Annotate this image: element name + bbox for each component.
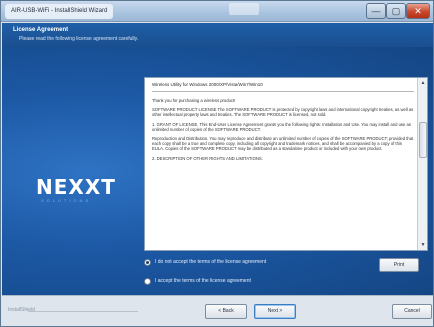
radio-decline-indicator[interactable]	[144, 259, 151, 266]
license-paragraph: Reproduction and Distribution. You may r…	[152, 136, 414, 152]
logo-tagline: SOLUTIONS	[41, 198, 92, 203]
title-bar-highlight	[229, 3, 259, 15]
radio-accept-indicator[interactable]	[144, 278, 151, 285]
window-title: AIR-USB-WiFi - InstallShield Wizard	[5, 4, 114, 19]
license-paragraph: SOFTWARE PRODUCT LICENSE The SOFTWARE PR…	[152, 107, 414, 118]
wizard-footer: InstallShield < Back Next > Cancel	[2, 295, 433, 326]
installer-window: AIR-USB-WiFi - InstallShield Wizard — ▢ …	[0, 0, 434, 327]
license-content: Wireless Utility for Windows 2000/XP/Vis…	[152, 82, 414, 248]
radio-decline[interactable]: I do not accept the terms of the license…	[144, 258, 364, 268]
license-paragraph: 2. DESCRIPTION OF OTHER RIGHTS AND LIMIT…	[152, 155, 263, 161]
footer-divider	[28, 311, 138, 312]
footer-brand: InstallShield	[8, 307, 35, 313]
license-heading: Wireless Utility for Windows 2000/XP/Vis…	[152, 82, 263, 87]
nexxt-logo: NEXXT	[36, 175, 116, 199]
license-divider	[152, 91, 414, 92]
scroll-thumb[interactable]	[419, 122, 427, 158]
page-subtitle: Please read the following license agreem…	[19, 36, 139, 42]
back-button[interactable]: < Back	[205, 304, 247, 319]
close-button[interactable]: ✕	[406, 3, 430, 19]
print-button[interactable]: Print	[379, 258, 419, 272]
scroll-down-icon[interactable]: ▼	[419, 241, 427, 249]
license-paragraph: Thank you for purchasing a wireless prod…	[152, 98, 236, 103]
title-bar[interactable]: AIR-USB-WiFi - InstallShield Wizard — ▢ …	[1, 1, 433, 22]
radio-accept[interactable]: I accept the terms of the license agreem…	[144, 277, 364, 287]
minimize-button[interactable]: —	[366, 3, 386, 19]
page-title: License Agreement	[13, 27, 69, 33]
maximize-button[interactable]: ▢	[386, 3, 406, 19]
radio-accept-label: I accept the terms of the license agreem…	[155, 278, 251, 284]
license-text-box[interactable]: Wireless Utility for Windows 2000/XP/Vis…	[144, 77, 428, 251]
wizard-header: License Agreement Please read the follow…	[2, 23, 433, 47]
scroll-up-icon[interactable]: ▲	[419, 79, 427, 87]
license-scrollbar[interactable]: ▲ ▼	[417, 78, 427, 250]
next-button[interactable]: Next >	[254, 304, 296, 319]
cancel-button[interactable]: Cancel	[392, 304, 432, 319]
radio-decline-label: I do not accept the terms of the license…	[155, 259, 267, 265]
license-paragraph: 1. GRANT OF LICENSE. This End-User Licen…	[152, 121, 412, 132]
